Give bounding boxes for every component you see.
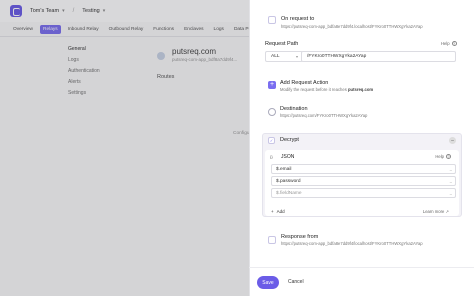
destination-title: Destination [280,106,308,112]
json-path-value: $.email [276,166,292,172]
add-icon[interactable]: + [268,81,276,89]
on-request-url: https://putsreq-com-app_bdfa8e7dd9f4.loc… [281,24,423,29]
help-label: Help [435,154,444,159]
check-icon: ✓ [268,137,275,144]
decrypt-title: Decrypt [280,137,299,143]
remove-icon[interactable]: – [446,191,452,196]
help-icon: ? [446,154,451,159]
decrypt-help[interactable]: Help ? [435,154,451,159]
desc-target: putsreq.com [347,87,374,92]
json-path-placeholder: $.fieldName [276,190,302,196]
chevron-down-icon: ▾ [295,54,298,59]
add-request-action-button[interactable]: Add Request Action [280,80,328,86]
remove-icon[interactable]: – [446,167,452,172]
add-label: Add [276,209,285,214]
destination-url: https://putsreq.com/FYKro0TTHWXgYka2AYap [280,113,368,118]
braces-icon: {} [270,154,273,159]
path-value: /FYKro0TTHWXgYka2AYap [307,54,367,59]
add-request-action-desc: Modify the request before it reaches put… [280,87,373,92]
decrypt-card: ✓ Decrypt – {} JSON Help ? $.email – $.p… [262,133,462,217]
response-url: https://putsreq-com-app_bdfa8e7dd9f4/loc… [281,241,423,246]
request-path-help[interactable]: Help ? [441,41,457,46]
json-path-field[interactable]: $.email – [271,164,456,174]
help-icon: ? [451,41,457,46]
collapse-icon[interactable]: – [449,137,456,144]
path-input[interactable]: /FYKro0TTHWXgYka2AYap [301,51,456,62]
remove-icon[interactable]: – [446,179,452,184]
json-path-field[interactable]: $.password – [271,176,456,186]
globe-icon [268,108,276,116]
method-select[interactable]: ALL ▾ [265,51,303,62]
request-icon [268,16,276,24]
save-button[interactable]: Save [257,276,279,289]
learn-more-link[interactable]: Learn more ↗ [423,209,449,214]
format-label: JSON [281,154,295,160]
plus-icon: + [271,209,274,214]
json-path-value: $.password [276,178,301,184]
decrypt-config-box: {} JSON Help ? $.email – $.password – $.… [265,150,459,216]
learn-more-label: Learn more [422,209,445,214]
request-path-label: Request Path [265,41,299,47]
json-path-input[interactable]: $.fieldName – [271,188,456,198]
footer-divider [249,267,474,268]
cancel-button[interactable]: Cancel [288,279,304,285]
response-title: Response from [281,234,319,240]
method-value: ALL [271,54,280,59]
desc-prefix: Modify the request before it reaches [280,87,347,92]
response-icon [268,236,276,244]
add-field-button[interactable]: + Add [271,209,285,214]
help-label: Help [441,41,450,46]
on-request-title: On request to [281,16,315,22]
